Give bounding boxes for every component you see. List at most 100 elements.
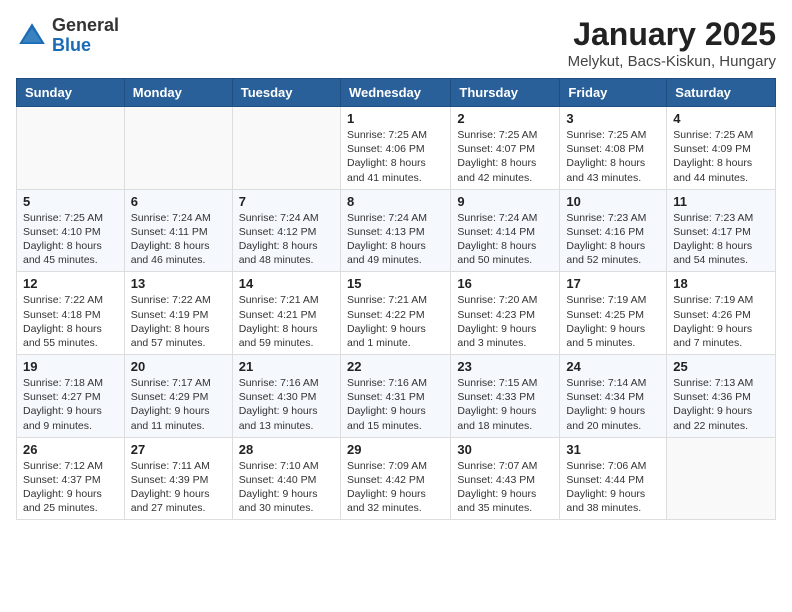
day-number: 20	[131, 359, 226, 374]
day-number: 23	[457, 359, 553, 374]
day-info: Sunrise: 7:23 AM Sunset: 4:17 PM Dayligh…	[673, 211, 769, 268]
calendar-cell: 3 Sunrise: 7:25 AM Sunset: 4:08 PM Daylig…	[560, 107, 667, 190]
day-number: 5	[23, 194, 118, 209]
calendar-cell: 20 Sunrise: 7:17 AM Sunset: 4:29 PM Dayli…	[124, 355, 232, 438]
day-info: Sunrise: 7:17 AM Sunset: 4:29 PM Dayligh…	[131, 376, 226, 433]
day-number: 25	[673, 359, 769, 374]
calendar-cell: 5 Sunrise: 7:25 AM Sunset: 4:10 PM Daylig…	[17, 189, 125, 272]
day-info: Sunrise: 7:16 AM Sunset: 4:31 PM Dayligh…	[347, 376, 444, 433]
day-number: 12	[23, 276, 118, 291]
day-number: 26	[23, 442, 118, 457]
calendar-cell: 8 Sunrise: 7:24 AM Sunset: 4:13 PM Daylig…	[340, 189, 450, 272]
calendar-week-row: 1Sunrise: 7:25 AM Sunset: 4:06 PM Daylig…	[17, 107, 776, 190]
calendar-cell: 14 Sunrise: 7:21 AM Sunset: 4:21 PM Dayli…	[232, 272, 340, 355]
calendar-cell: 22 Sunrise: 7:16 AM Sunset: 4:31 PM Dayli…	[340, 355, 450, 438]
logo-blue-text: Blue	[52, 36, 119, 56]
calendar-week-row: 12 Sunrise: 7:22 AM Sunset: 4:18 PM Dayli…	[17, 272, 776, 355]
day-info: Sunrise: 7:19 AM Sunset: 4:25 PM Dayligh…	[566, 293, 660, 350]
day-number: 31	[566, 442, 660, 457]
weekday-header-saturday: Saturday	[667, 79, 776, 107]
calendar-cell: 13 Sunrise: 7:22 AM Sunset: 4:19 PM Dayli…	[124, 272, 232, 355]
day-number: 18	[673, 276, 769, 291]
calendar-cell: 29Sunrise: 7:09 AM Sunset: 4:42 PM Dayli…	[340, 437, 450, 520]
calendar-cell: 19 Sunrise: 7:18 AM Sunset: 4:27 PM Dayli…	[17, 355, 125, 438]
day-info: Sunrise: 7:10 AM Sunset: 4:40 PM Dayligh…	[239, 459, 334, 516]
location-subtitle: Melykut, Bacs-Kiskun, Hungary	[568, 53, 776, 70]
day-number: 21	[239, 359, 334, 374]
day-number: 28	[239, 442, 334, 457]
calendar-table: SundayMondayTuesdayWednesdayThursdayFrid…	[16, 78, 776, 520]
day-info: Sunrise: 7:21 AM Sunset: 4:21 PM Dayligh…	[239, 293, 334, 350]
day-info: Sunrise: 7:11 AM Sunset: 4:39 PM Dayligh…	[131, 459, 226, 516]
day-info: Sunrise: 7:15 AM Sunset: 4:33 PM Dayligh…	[457, 376, 553, 433]
day-number: 15	[347, 276, 444, 291]
day-info: Sunrise: 7:22 AM Sunset: 4:19 PM Dayligh…	[131, 293, 226, 350]
day-info: Sunrise: 7:24 AM Sunset: 4:13 PM Dayligh…	[347, 211, 444, 268]
calendar-cell: 11 Sunrise: 7:23 AM Sunset: 4:17 PM Dayli…	[667, 189, 776, 272]
day-info: Sunrise: 7:25 AM Sunset: 4:10 PM Dayligh…	[23, 211, 118, 268]
calendar-cell: 25 Sunrise: 7:13 AM Sunset: 4:36 PM Dayli…	[667, 355, 776, 438]
calendar-cell: 10 Sunrise: 7:23 AM Sunset: 4:16 PM Dayli…	[560, 189, 667, 272]
day-info: Sunrise: 7:24 AM Sunset: 4:11 PM Dayligh…	[131, 211, 226, 268]
day-info: Sunrise: 7:25 AM Sunset: 4:09 PM Dayligh…	[673, 128, 769, 185]
day-number: 10	[566, 194, 660, 209]
day-number: 22	[347, 359, 444, 374]
day-number: 3	[566, 111, 660, 126]
month-title: January 2025	[568, 16, 776, 53]
weekday-header-monday: Monday	[124, 79, 232, 107]
day-info: Sunrise: 7:25 AM Sunset: 4:08 PM Dayligh…	[566, 128, 660, 185]
day-number: 13	[131, 276, 226, 291]
weekday-header-thursday: Thursday	[451, 79, 560, 107]
calendar-cell: 16Sunrise: 7:20 AM Sunset: 4:23 PM Dayli…	[451, 272, 560, 355]
logo-icon	[16, 20, 48, 52]
calendar-cell: 26Sunrise: 7:12 AM Sunset: 4:37 PM Dayli…	[17, 437, 125, 520]
day-info: Sunrise: 7:23 AM Sunset: 4:16 PM Dayligh…	[566, 211, 660, 268]
calendar-cell	[667, 437, 776, 520]
day-number: 29	[347, 442, 444, 457]
calendar-cell: 17 Sunrise: 7:19 AM Sunset: 4:25 PM Dayli…	[560, 272, 667, 355]
calendar-cell: 9 Sunrise: 7:24 AM Sunset: 4:14 PM Daylig…	[451, 189, 560, 272]
logo-general-text: General	[52, 16, 119, 36]
logo: General Blue	[16, 16, 119, 56]
calendar-week-row: 5 Sunrise: 7:25 AM Sunset: 4:10 PM Daylig…	[17, 189, 776, 272]
day-number: 19	[23, 359, 118, 374]
day-number: 8	[347, 194, 444, 209]
day-info: Sunrise: 7:20 AM Sunset: 4:23 PM Dayligh…	[457, 293, 553, 350]
calendar-cell: 30Sunrise: 7:07 AM Sunset: 4:43 PM Dayli…	[451, 437, 560, 520]
day-number: 2	[457, 111, 553, 126]
day-info: Sunrise: 7:25 AM Sunset: 4:07 PM Dayligh…	[457, 128, 553, 185]
day-info: Sunrise: 7:18 AM Sunset: 4:27 PM Dayligh…	[23, 376, 118, 433]
calendar-cell	[232, 107, 340, 190]
weekday-header-friday: Friday	[560, 79, 667, 107]
calendar-cell: 4 Sunrise: 7:25 AM Sunset: 4:09 PM Daylig…	[667, 107, 776, 190]
calendar-cell: 18 Sunrise: 7:19 AM Sunset: 4:26 PM Dayli…	[667, 272, 776, 355]
day-number: 14	[239, 276, 334, 291]
calendar-cell: 24Sunrise: 7:14 AM Sunset: 4:34 PM Dayli…	[560, 355, 667, 438]
calendar-cell	[17, 107, 125, 190]
calendar-cell: 15Sunrise: 7:21 AM Sunset: 4:22 PM Dayli…	[340, 272, 450, 355]
calendar-week-row: 19 Sunrise: 7:18 AM Sunset: 4:27 PM Dayli…	[17, 355, 776, 438]
calendar-cell: 6Sunrise: 7:24 AM Sunset: 4:11 PM Daylig…	[124, 189, 232, 272]
day-info: Sunrise: 7:24 AM Sunset: 4:14 PM Dayligh…	[457, 211, 553, 268]
day-info: Sunrise: 7:16 AM Sunset: 4:30 PM Dayligh…	[239, 376, 334, 433]
day-info: Sunrise: 7:24 AM Sunset: 4:12 PM Dayligh…	[239, 211, 334, 268]
calendar-week-row: 26Sunrise: 7:12 AM Sunset: 4:37 PM Dayli…	[17, 437, 776, 520]
day-number: 7	[239, 194, 334, 209]
calendar-cell: 12 Sunrise: 7:22 AM Sunset: 4:18 PM Dayli…	[17, 272, 125, 355]
day-info: Sunrise: 7:19 AM Sunset: 4:26 PM Dayligh…	[673, 293, 769, 350]
day-info: Sunrise: 7:13 AM Sunset: 4:36 PM Dayligh…	[673, 376, 769, 433]
day-number: 9	[457, 194, 553, 209]
calendar-cell	[124, 107, 232, 190]
day-info: Sunrise: 7:25 AM Sunset: 4:06 PM Dayligh…	[347, 128, 444, 185]
page-header: General Blue January 2025 Melykut, Bacs-…	[16, 16, 776, 70]
calendar-cell: 23 Sunrise: 7:15 AM Sunset: 4:33 PM Dayli…	[451, 355, 560, 438]
day-info: Sunrise: 7:07 AM Sunset: 4:43 PM Dayligh…	[457, 459, 553, 516]
day-info: Sunrise: 7:22 AM Sunset: 4:18 PM Dayligh…	[23, 293, 118, 350]
day-number: 17	[566, 276, 660, 291]
calendar-header-row: SundayMondayTuesdayWednesdayThursdayFrid…	[17, 79, 776, 107]
day-number: 4	[673, 111, 769, 126]
day-number: 24	[566, 359, 660, 374]
calendar-cell: 2 Sunrise: 7:25 AM Sunset: 4:07 PM Daylig…	[451, 107, 560, 190]
day-number: 11	[673, 194, 769, 209]
calendar-cell: 21 Sunrise: 7:16 AM Sunset: 4:30 PM Dayli…	[232, 355, 340, 438]
